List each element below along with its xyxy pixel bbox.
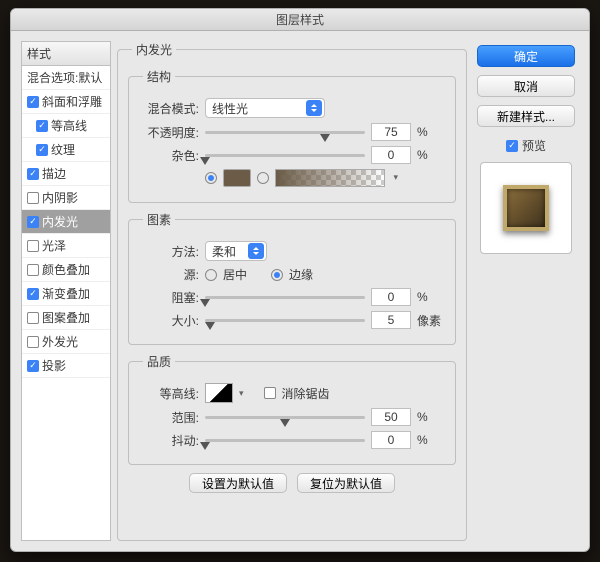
opacity-slider[interactable] xyxy=(205,124,365,140)
check-icon[interactable] xyxy=(36,144,48,156)
reset-default-button[interactable]: 复位为默认值 xyxy=(297,473,395,493)
check-icon[interactable] xyxy=(27,360,39,372)
choke-label: 阻塞: xyxy=(139,289,199,306)
check-icon[interactable] xyxy=(27,240,39,252)
inner-glow-panel: 内发光 结构 混合模式: 线性光 不透明度: 75 % 杂色: 0 % ▾ 图素… xyxy=(117,41,467,541)
blending-label: 混合选项:默认 xyxy=(27,69,102,86)
make-default-button[interactable]: 设置为默认值 xyxy=(189,473,287,493)
check-icon[interactable] xyxy=(27,336,39,348)
style-inner-glow[interactable]: 内发光 xyxy=(22,210,110,234)
style-color-overlay[interactable]: 颜色叠加 xyxy=(22,258,110,282)
source-edge-radio[interactable] xyxy=(271,269,283,281)
blend-mode-select[interactable]: 线性光 xyxy=(205,98,325,118)
preview-label: 预览 xyxy=(522,137,546,154)
check-icon[interactable] xyxy=(27,264,39,276)
new-style-button[interactable]: 新建样式... xyxy=(477,105,575,127)
opacity-input[interactable]: 75 xyxy=(371,123,411,141)
check-icon[interactable] xyxy=(27,216,39,228)
jitter-label: 抖动: xyxy=(139,432,199,449)
style-satin[interactable]: 光泽 xyxy=(22,234,110,258)
cancel-button[interactable]: 取消 xyxy=(477,75,575,97)
chevron-down-icon[interactable]: ▾ xyxy=(393,172,398,183)
technique-select[interactable]: 柔和 xyxy=(205,241,267,261)
panel-title: 内发光 xyxy=(132,41,176,58)
style-contour[interactable]: 等高线 xyxy=(22,114,110,138)
technique-label: 方法: xyxy=(139,243,199,260)
choke-input[interactable]: 0 xyxy=(371,288,411,306)
preview-checkbox[interactable] xyxy=(506,140,518,152)
check-icon[interactable] xyxy=(36,120,48,132)
preview-thumbnail xyxy=(480,162,572,254)
check-icon[interactable] xyxy=(27,192,39,204)
size-label: 大小: xyxy=(139,312,199,329)
noise-slider[interactable] xyxy=(205,147,365,163)
antialias-checkbox[interactable] xyxy=(264,387,276,399)
style-texture[interactable]: 纹理 xyxy=(22,138,110,162)
blend-mode-label: 混合模式: xyxy=(139,100,199,117)
styles-list: 样式 混合选项:默认 斜面和浮雕 等高线 纹理 描边 内阴影 内发光 光泽 颜色… xyxy=(21,41,111,541)
noise-label: 杂色: xyxy=(139,147,199,164)
range-label: 范围: xyxy=(139,409,199,426)
check-icon[interactable] xyxy=(27,96,39,108)
style-inner-shadow[interactable]: 内阴影 xyxy=(22,186,110,210)
chevron-down-icon[interactable]: ▾ xyxy=(239,388,244,399)
style-bevel[interactable]: 斜面和浮雕 xyxy=(22,90,110,114)
check-icon[interactable] xyxy=(27,168,39,180)
updown-icon xyxy=(306,100,322,116)
noise-input[interactable]: 0 xyxy=(371,146,411,164)
layer-style-dialog: 图层样式 样式 混合选项:默认 斜面和浮雕 等高线 纹理 描边 内阴影 内发光 … xyxy=(10,8,590,552)
styles-list-header[interactable]: 样式 xyxy=(22,42,110,66)
gradient-radio[interactable] xyxy=(257,172,269,184)
opacity-label: 不透明度: xyxy=(139,124,199,141)
elements-group: 图素 方法: 柔和 源: 居中 边缘 阻塞: 0 % 大小: 5 像素 xyxy=(128,211,456,345)
style-drop-shadow[interactable]: 投影 xyxy=(22,354,110,378)
size-slider[interactable] xyxy=(205,312,365,328)
ok-button[interactable]: 确定 xyxy=(477,45,575,67)
range-slider[interactable] xyxy=(205,409,365,425)
contour-picker[interactable] xyxy=(205,383,233,403)
size-input[interactable]: 5 xyxy=(371,311,411,329)
quality-group: 品质 等高线: ▾ 消除锯齿 范围: 50 % 抖动: 0 % xyxy=(128,353,456,465)
style-stroke[interactable]: 描边 xyxy=(22,162,110,186)
choke-slider[interactable] xyxy=(205,289,365,305)
structure-group: 结构 混合模式: 线性光 不透明度: 75 % 杂色: 0 % ▾ xyxy=(128,68,456,203)
source-label: 源: xyxy=(139,266,199,283)
gradient-picker[interactable]: ▾ xyxy=(275,169,385,187)
style-gradient-overlay[interactable]: 渐变叠加 xyxy=(22,282,110,306)
jitter-slider[interactable] xyxy=(205,432,365,448)
color-swatch[interactable] xyxy=(223,169,251,187)
contour-label: 等高线: xyxy=(139,385,199,402)
check-icon[interactable] xyxy=(27,288,39,300)
dialog-title: 图层样式 xyxy=(11,9,589,31)
jitter-input[interactable]: 0 xyxy=(371,431,411,449)
style-pattern-overlay[interactable]: 图案叠加 xyxy=(22,306,110,330)
color-radio[interactable] xyxy=(205,172,217,184)
range-input[interactable]: 50 xyxy=(371,408,411,426)
blending-options-row[interactable]: 混合选项:默认 xyxy=(22,66,110,90)
source-center-radio[interactable] xyxy=(205,269,217,281)
check-icon[interactable] xyxy=(27,312,39,324)
style-outer-glow[interactable]: 外发光 xyxy=(22,330,110,354)
updown-icon xyxy=(248,243,264,259)
